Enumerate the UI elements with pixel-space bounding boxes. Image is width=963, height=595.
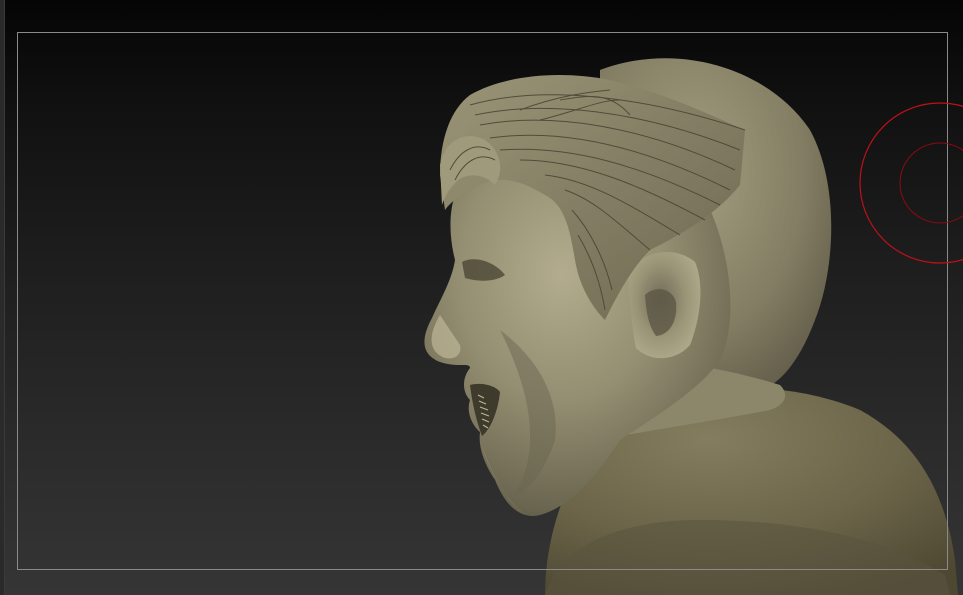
sculpt-viewport[interactable] [0, 0, 963, 595]
ear-mesh [628, 252, 701, 359]
sculpt-model[interactable] [0, 0, 963, 595]
